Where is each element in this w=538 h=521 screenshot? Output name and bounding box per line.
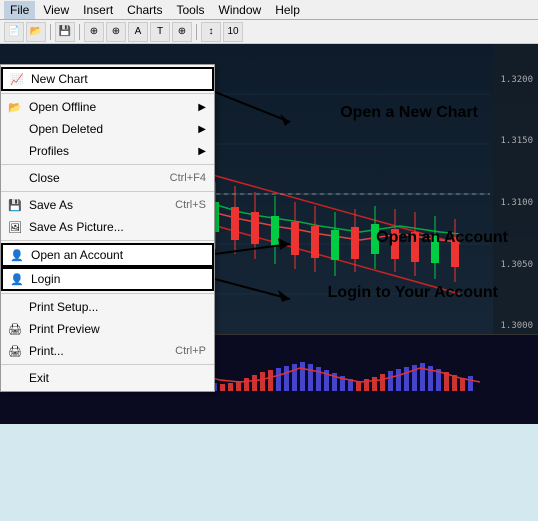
arrow-right-icon2: ▶ xyxy=(198,124,206,135)
print-shortcut: Ctrl+P xyxy=(175,345,206,357)
toolbar-sep3 xyxy=(196,24,197,40)
toolbar-btn3[interactable]: ⊕ xyxy=(84,22,104,42)
toolbar-new[interactable]: 📄 xyxy=(4,22,24,42)
toolbar-btn8[interactable]: ↕ xyxy=(201,22,221,42)
menu-item-open-offline[interactable]: 📂 Open Offline ▶ xyxy=(1,96,214,118)
print-icon: 🖨 xyxy=(5,342,25,360)
save-shortcut: Ctrl+S xyxy=(175,199,206,211)
menu-help[interactable]: Help xyxy=(269,1,306,19)
menubar: File View Insert Charts Tools Window Hel… xyxy=(0,0,538,20)
price-label-2: 1.3150 xyxy=(495,136,536,146)
open-offline-icon: 📂 xyxy=(5,98,25,116)
menu-sep-2 xyxy=(1,164,214,165)
toolbar-btn6[interactable]: T xyxy=(150,22,170,42)
toolbar-btn5[interactable]: A xyxy=(128,22,148,42)
menu-item-close[interactable]: Close Ctrl+F4 xyxy=(1,167,214,189)
toolbar-sep2 xyxy=(79,24,80,40)
menu-charts[interactable]: Charts xyxy=(121,1,168,19)
menu-sep-3 xyxy=(1,191,214,192)
chart-area: 1.3200 1.3150 1.3100 1.3050 1.3000 1.295… xyxy=(0,44,538,424)
menu-item-save-as-picture[interactable]: 🖼 Save As Picture... xyxy=(1,216,214,238)
close-shortcut: Ctrl+F4 xyxy=(170,172,206,184)
print-preview-icon: 🖨 xyxy=(5,320,25,338)
menu-item-print[interactable]: 🖨 Print... Ctrl+P xyxy=(1,340,214,362)
menu-item-open-deleted[interactable]: Open Deleted ▶ xyxy=(1,118,214,140)
arrow-right-icon: ▶ xyxy=(198,102,206,113)
menu-item-new-chart[interactable]: 📈 New Chart xyxy=(1,67,214,91)
menu-sep-4 xyxy=(1,240,214,241)
price-label-1: 1.3200 xyxy=(495,75,536,85)
menu-item-save-as[interactable]: 💾 Save As Ctrl+S xyxy=(1,194,214,216)
toolbar-save[interactable]: 💾 xyxy=(55,22,75,42)
menu-view[interactable]: View xyxy=(37,1,75,19)
price-label-3: 1.3100 xyxy=(495,198,536,208)
menu-insert[interactable]: Insert xyxy=(77,1,119,19)
menu-sep-5 xyxy=(1,293,214,294)
menu-file[interactable]: File xyxy=(4,1,35,19)
login-icon: 👤 xyxy=(7,270,27,288)
new-chart-icon: 📈 xyxy=(7,70,27,88)
menu-item-exit[interactable]: Exit xyxy=(1,367,214,389)
menu-item-login[interactable]: 👤 Login xyxy=(1,267,214,291)
menu-sep-6 xyxy=(1,364,214,365)
menu-item-print-preview[interactable]: 🖨 Print Preview xyxy=(1,318,214,340)
menu-window[interactable]: Window xyxy=(213,1,268,19)
open-account-icon: 👤 xyxy=(7,246,27,264)
toolbar-btn4[interactable]: ⊕ xyxy=(106,22,126,42)
save-as-icon: 💾 xyxy=(5,196,25,214)
save-pic-icon: 🖼 xyxy=(5,218,25,236)
toolbar-open[interactable]: 📂 xyxy=(26,22,46,42)
toolbar-sep1 xyxy=(50,24,51,40)
menu-item-print-setup[interactable]: Print Setup... xyxy=(1,296,214,318)
toolbar-btn9[interactable]: 10 xyxy=(223,22,243,42)
price-label-5: 1.3000 xyxy=(495,321,536,331)
toolbar: 📄 📂 💾 ⊕ ⊕ A T ⊕ ↕ 10 xyxy=(0,20,538,44)
toolbar-btn7[interactable]: ⊕ xyxy=(172,22,192,42)
menu-item-profiles[interactable]: Profiles ▶ xyxy=(1,140,214,162)
menu-sep-1 xyxy=(1,93,214,94)
file-dropdown-menu: 📈 New Chart 📂 Open Offline ▶ Open Delete… xyxy=(0,64,215,392)
menu-tools[interactable]: Tools xyxy=(171,1,211,19)
menu-item-open-account[interactable]: 👤 Open an Account xyxy=(1,243,214,267)
price-label-4: 1.3050 xyxy=(495,260,536,270)
arrow-right-icon3: ▶ xyxy=(198,146,206,157)
